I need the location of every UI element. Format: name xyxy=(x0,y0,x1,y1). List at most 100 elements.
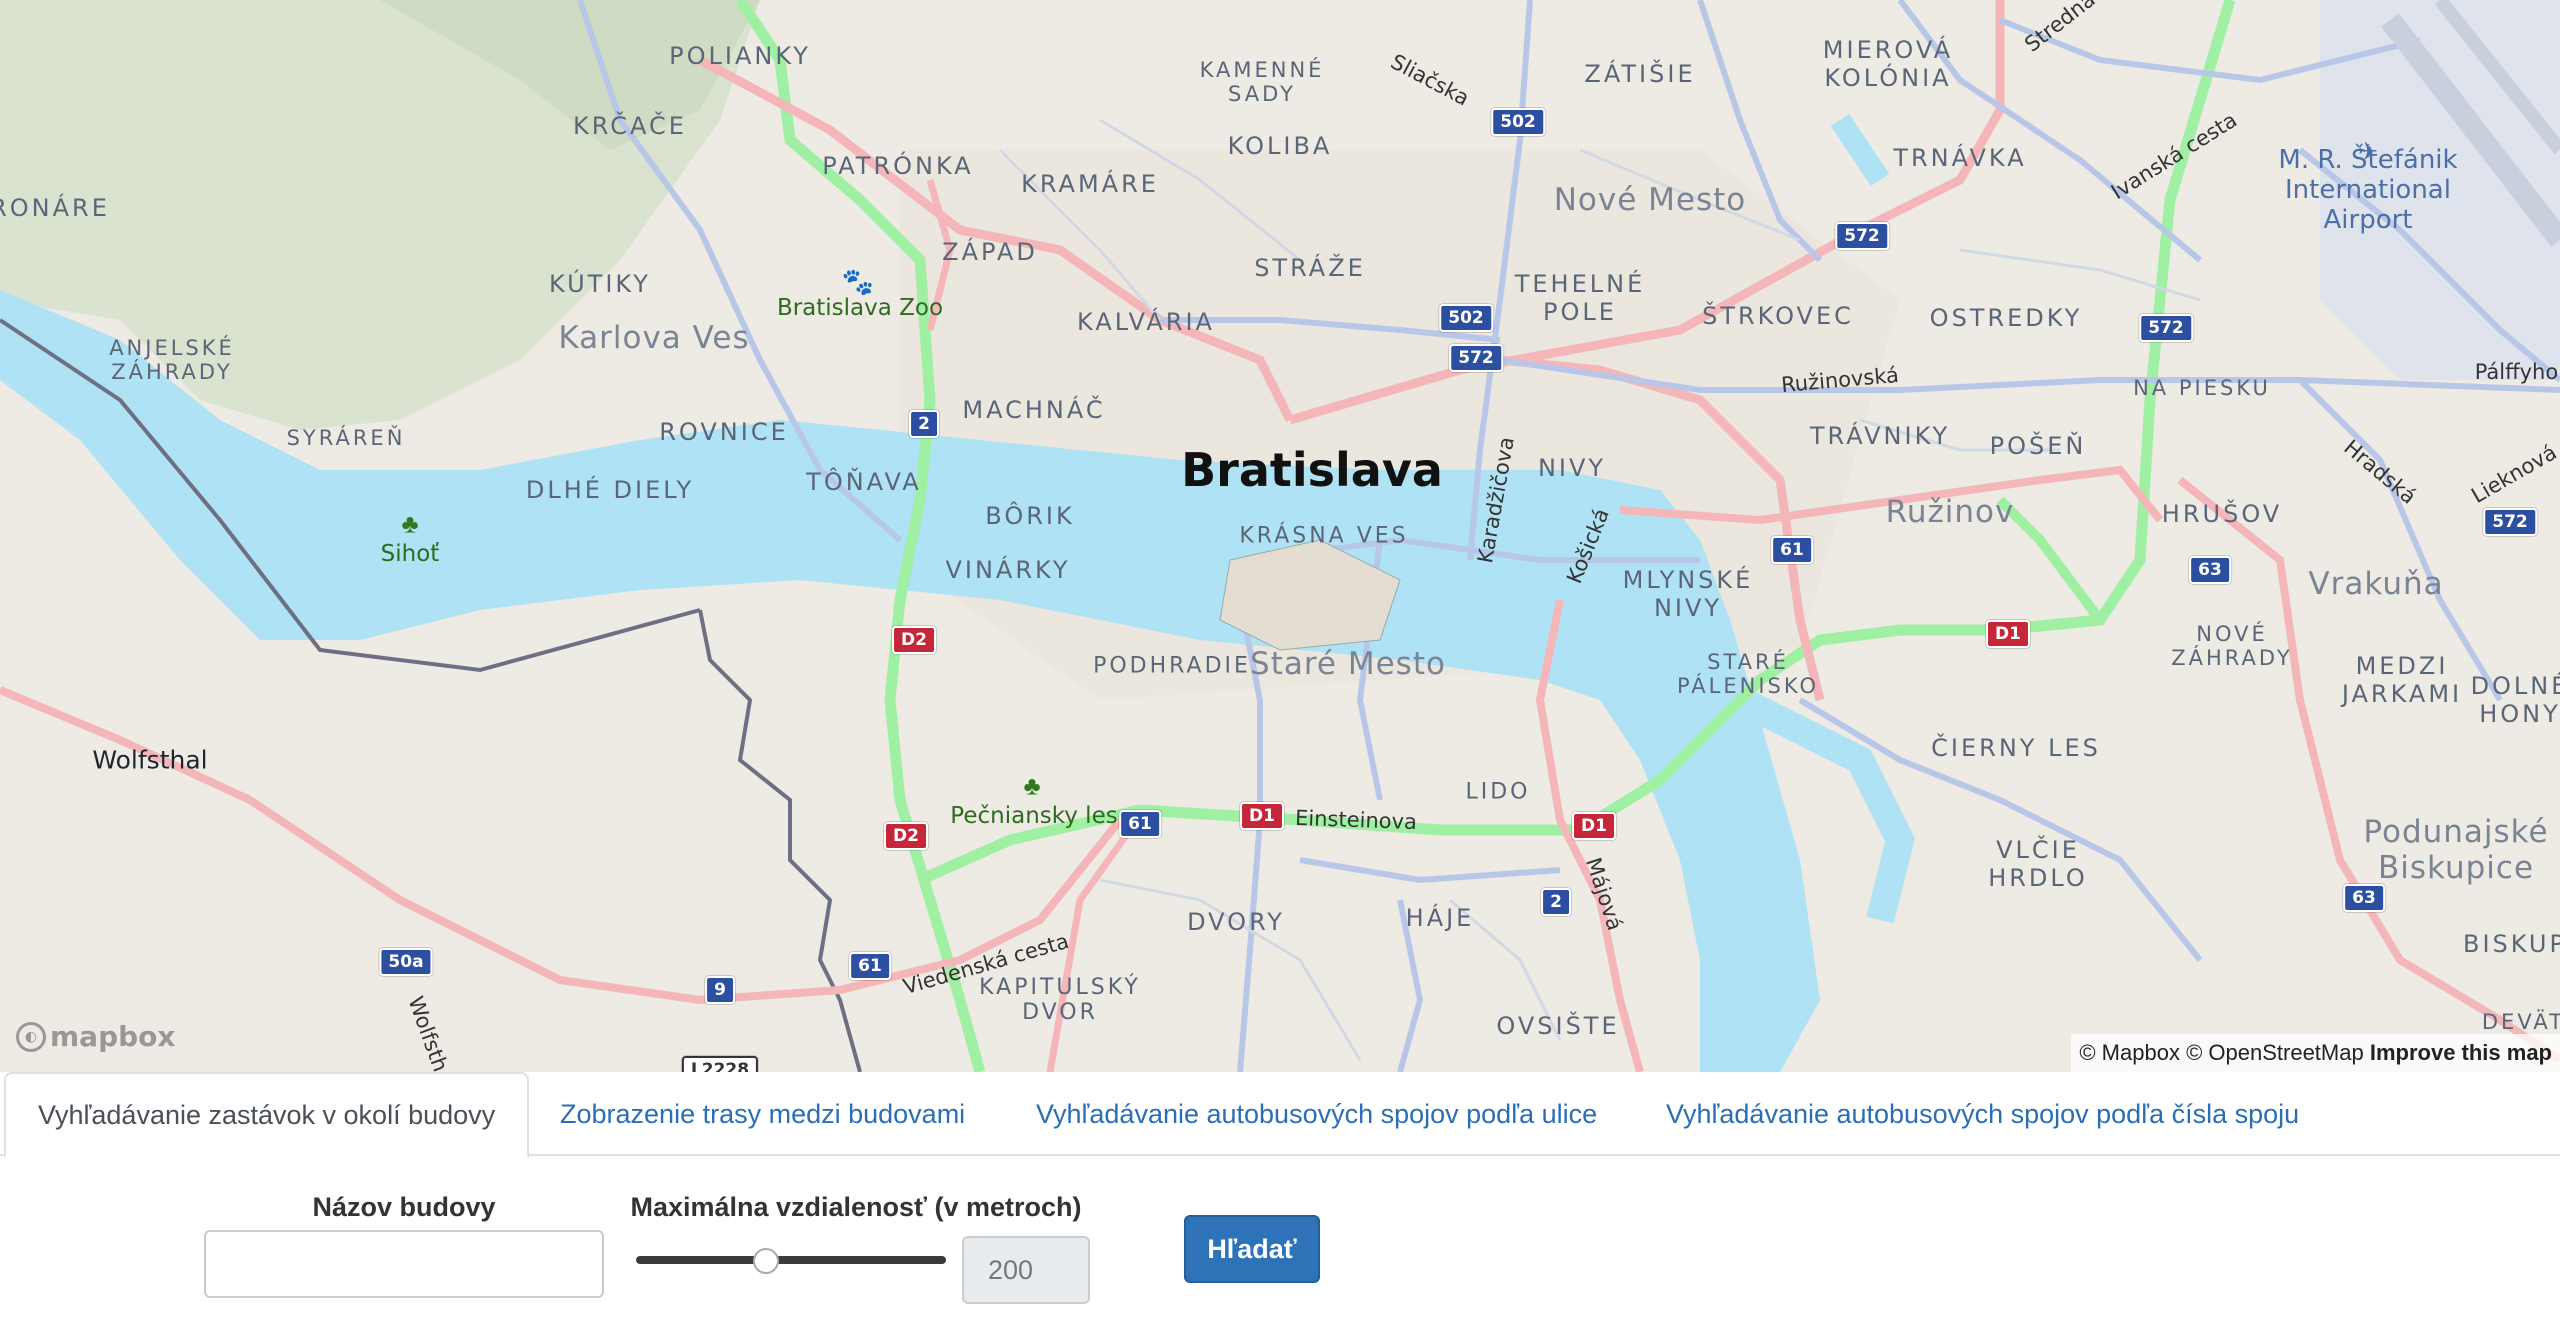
attribution-mapbox-link[interactable]: © Mapbox xyxy=(2079,1040,2180,1065)
park-icon: ♣ xyxy=(1023,770,1041,801)
area-label: KRAMÁRE xyxy=(1021,170,1159,198)
area-label: KAPITULSKÝ DVOR xyxy=(979,975,1141,1025)
distance-slider-handle[interactable] xyxy=(753,1248,779,1274)
road-shield: 572 xyxy=(1449,344,1503,372)
poi-label: Bratislava Zoo xyxy=(776,295,944,321)
road-shield: 502 xyxy=(1491,108,1545,136)
tab-route-between-buildings[interactable]: Zobrazenie trasy medzi budovami xyxy=(528,1072,997,1156)
distance-value-field xyxy=(962,1236,1090,1304)
road-shield: D1 xyxy=(1240,802,1284,830)
area-label: MIEROVÁ KOLÓNIA xyxy=(1822,36,1954,92)
area-label: BISKUPI xyxy=(2463,930,2560,958)
area-label: NIVY xyxy=(1537,454,1607,482)
district-label: Nové Mesto xyxy=(1553,182,1747,218)
area-label: LIDO xyxy=(1465,779,1531,805)
area-label: DOLNÉ HONY xyxy=(2470,672,2560,728)
area-label: PATRÓNKA xyxy=(822,152,974,180)
road-shield: 572 xyxy=(1835,222,1889,250)
area-label: ČIERNY LES xyxy=(1931,734,2101,762)
district-label: Vrakuňa xyxy=(2308,566,2444,602)
district-label: Ružinov xyxy=(1885,494,2015,530)
area-label: OVSIŠTE xyxy=(1496,1012,1620,1040)
district-label: Karlova Ves xyxy=(558,320,750,356)
area-label: RONÁRE xyxy=(0,194,110,222)
area-label: MACHNÁČ xyxy=(962,396,1106,424)
area-label: TRÁVNIKY xyxy=(1809,422,1951,450)
road-shield: 61 xyxy=(1119,810,1161,838)
mapbox-logo[interactable]: ◐ mapbox xyxy=(16,1020,175,1053)
area-label: KÚTIKY xyxy=(549,270,651,298)
area-label: ANJELSKÉ ZÁHRADY xyxy=(109,336,235,384)
district-label: Podunajské Biskupice xyxy=(2363,814,2549,886)
road-shield: 50a xyxy=(379,948,433,976)
area-label: KALVÁRIA xyxy=(1077,308,1215,336)
road-shield: D2 xyxy=(892,626,936,654)
zoo-icon: 🐾 xyxy=(841,266,875,297)
poi-label: Sihoť xyxy=(380,541,440,567)
max-distance-label: Maximálna vzdialenosť (v metroch) xyxy=(630,1192,1082,1222)
area-label: STARÉ PÁLENISKO xyxy=(1676,650,1820,698)
city-label: Bratislava xyxy=(1181,443,1443,497)
area-label: DEVÄTI xyxy=(2481,1010,2560,1034)
area-label: KAMENNÉ SADY xyxy=(1199,58,1325,106)
improve-map-link[interactable]: Improve this map xyxy=(2370,1040,2552,1065)
area-label: KRÁSNA VES xyxy=(1239,523,1409,549)
area-label: TRNÁVKA xyxy=(1893,144,2027,172)
area-label: DLHÉ DIELY xyxy=(525,476,695,504)
search-button[interactable]: Hľadať xyxy=(1184,1215,1320,1283)
area-label: NA PIESKU xyxy=(2133,376,2271,400)
building-name-input[interactable] xyxy=(204,1230,604,1298)
area-label: POLIANKY xyxy=(669,42,811,70)
area-label: DVORY xyxy=(1187,908,1285,936)
tab-bar: Vyhľadávanie zastávok v okolí budovy Zob… xyxy=(0,1072,2560,1158)
tab-bus-by-street[interactable]: Vyhľadávanie autobusových spojov podľa u… xyxy=(1004,1072,1629,1156)
distance-slider-track[interactable] xyxy=(636,1256,946,1264)
district-label: Staré Mesto xyxy=(1250,646,1446,682)
map-view[interactable]: POLIANKY KRČAČE PATRÓNKA KRAMÁRE KAMENNÉ… xyxy=(0,0,2560,1072)
road-shield: 61 xyxy=(1771,536,1813,564)
tab-bus-by-number[interactable]: Vyhľadávanie autobusových spojov podľa č… xyxy=(1634,1072,2331,1156)
area-label: STRÁŽE xyxy=(1254,254,1366,282)
road-label: Einsteinova xyxy=(1294,805,1418,835)
poi-label: Pečniansky les xyxy=(950,803,1118,829)
road-shield: 572 xyxy=(2483,508,2537,536)
area-label: POŠEŇ xyxy=(1989,432,2087,460)
area-label: SYRÁREŇ xyxy=(286,426,406,450)
area-label: PODHRADIE xyxy=(1093,653,1251,679)
road-shield: 9 xyxy=(705,976,735,1004)
road-shield: 63 xyxy=(2343,884,2385,912)
area-label: ZÁPAD xyxy=(942,238,1038,266)
map-attribution: © Mapbox © OpenStreetMap Improve this ma… xyxy=(2071,1034,2560,1072)
road-shield: D1 xyxy=(1986,620,2030,648)
place-label: Wolfsthal xyxy=(92,745,208,775)
area-label: ROVNICE xyxy=(659,418,789,446)
road-shield: 2 xyxy=(909,410,939,438)
road-shield: 502 xyxy=(1439,304,1493,332)
area-label: ŠTRKOVEC xyxy=(1702,302,1854,330)
area-label: VINÁRKY xyxy=(945,556,1071,584)
road-shield: 63 xyxy=(2189,556,2231,584)
airport-icon: ✈ xyxy=(2357,138,2379,166)
area-label: BÔRIK xyxy=(985,502,1075,530)
road-shield: 2 xyxy=(1541,888,1571,916)
area-label: VLČIE HRDLO xyxy=(1988,836,2088,892)
road-shield: L2228 xyxy=(681,1056,759,1072)
area-label: TEHELNÉ POLE xyxy=(1514,270,1646,326)
road-shield: 572 xyxy=(2139,314,2193,342)
attribution-osm-link[interactable]: © OpenStreetMap xyxy=(2186,1040,2364,1065)
area-label: NOVÉ ZÁHRADY xyxy=(2171,622,2293,670)
logo-text: mapbox xyxy=(50,1020,176,1053)
area-label: HÁJE xyxy=(1405,904,1475,932)
road-shield: D1 xyxy=(1572,812,1616,840)
area-label: TÔŇAVA xyxy=(806,468,922,496)
road-shield: 61 xyxy=(849,952,891,980)
road-shield: D2 xyxy=(884,822,928,850)
building-name-label: Názov budovy xyxy=(312,1192,496,1222)
park-icon: ♣ xyxy=(401,508,419,539)
area-label: MLYNSKÉ NIVY xyxy=(1622,566,1754,622)
tab-nearby-stops[interactable]: Vyhľadávanie zastávok v okolí budovy xyxy=(4,1072,530,1158)
area-label: KRČAČE xyxy=(573,112,687,140)
place-label: Pálffyho m xyxy=(2474,360,2560,384)
area-label: ZÁTIŠIE xyxy=(1584,60,1696,88)
area-label: KOLIBA xyxy=(1227,132,1333,160)
